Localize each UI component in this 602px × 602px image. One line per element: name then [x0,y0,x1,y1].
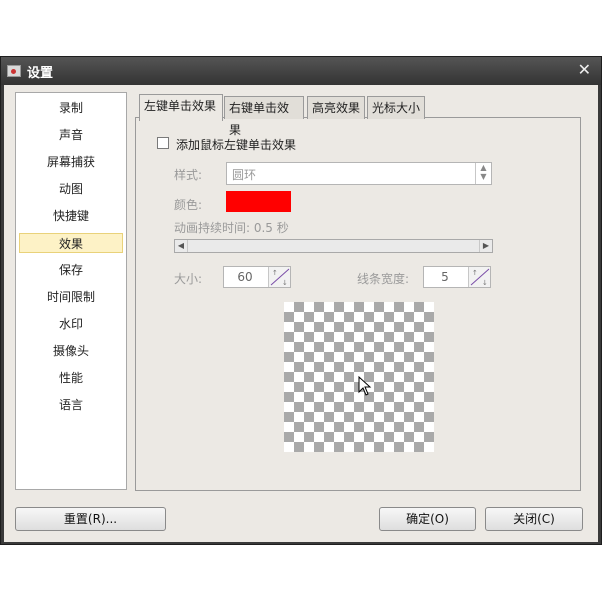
sidebar-item-watermark[interactable]: 水印 [19,314,123,334]
window-title: 设置 [27,66,54,81]
style-select-value: 圆环 [232,168,257,182]
style-select[interactable]: 圆环 ▲ ▼ [226,162,492,185]
sidebar-item-effects[interactable]: 效果 [19,233,123,253]
svg-text:↓: ↓ [282,279,288,287]
sidebar-item-time-limit[interactable]: 时间限制 [19,287,123,307]
svg-text:↑: ↑ [272,269,278,277]
ok-button[interactable]: 确定(O) [379,507,476,531]
sidebar-item-record[interactable]: 录制 [19,98,123,118]
enable-left-click-checkbox[interactable] [157,137,169,149]
cursor-icon [358,376,372,396]
effect-preview [284,302,434,452]
style-label: 样式: [174,168,203,182]
sidebar-item-gif[interactable]: 动图 [19,179,123,199]
title-bar[interactable]: 设置 ✕ [1,57,601,85]
sidebar-item-webcam[interactable]: 摄像头 [19,341,123,361]
size-stepper[interactable]: 60 ↑ ↓ [223,266,291,288]
sidebar-item-screen-capture[interactable]: 屏幕捕获 [19,152,123,172]
sidebar-item-language[interactable]: 语言 [19,395,123,415]
sidebar-item-hotkeys[interactable]: 快捷键 [19,206,123,226]
close-button[interactable]: 关闭(C) [485,507,583,531]
size-value: 60 [237,270,253,284]
line-width-stepper[interactable]: 5 ↑ ↓ [423,266,491,288]
slider-right-arrow-icon[interactable]: ▶ [479,240,492,252]
svg-text:↑: ↑ [472,269,478,277]
color-label: 颜色: [174,198,203,212]
line-width-label: 线条宽度: [357,272,410,286]
app-icon [7,65,21,77]
size-label: 大小: [174,272,203,286]
reset-button[interactable]: 重置(R)... [15,507,166,531]
close-icon[interactable]: ✕ [578,60,591,79]
enable-left-click-label: 添加鼠标左键单击效果 [176,138,297,152]
line-width-spinner-icon[interactable]: ↑ ↓ [468,267,490,287]
select-spinner-icon[interactable]: ▲ ▼ [475,163,491,184]
tab-left-click[interactable]: 左键单击效果 [139,94,223,121]
sidebar-item-performance[interactable]: 性能 [19,368,123,388]
duration-label: 动画持续时间: 0.5 秒 [174,221,289,235]
sidebar-item-audio[interactable]: 声音 [19,125,123,145]
sidebar-item-save[interactable]: 保存 [19,260,123,280]
line-width-value: 5 [441,270,449,284]
tab-cursor-size[interactable]: 光标大小 [367,96,425,119]
duration-slider[interactable]: ◀ ▶ [174,239,493,253]
color-swatch[interactable] [226,191,291,212]
slider-left-arrow-icon[interactable]: ◀ [175,240,188,252]
sidebar: 录制 声音 屏幕捕获 动图 快捷键 效果 保存 时间限制 水印 摄像头 性能 语… [15,92,127,490]
svg-text:↓: ↓ [482,279,488,287]
size-spinner-icon[interactable]: ↑ ↓ [268,267,290,287]
tab-right-click[interactable]: 右键单击效果 [224,96,304,137]
tab-highlight[interactable]: 高亮效果 [307,96,365,119]
